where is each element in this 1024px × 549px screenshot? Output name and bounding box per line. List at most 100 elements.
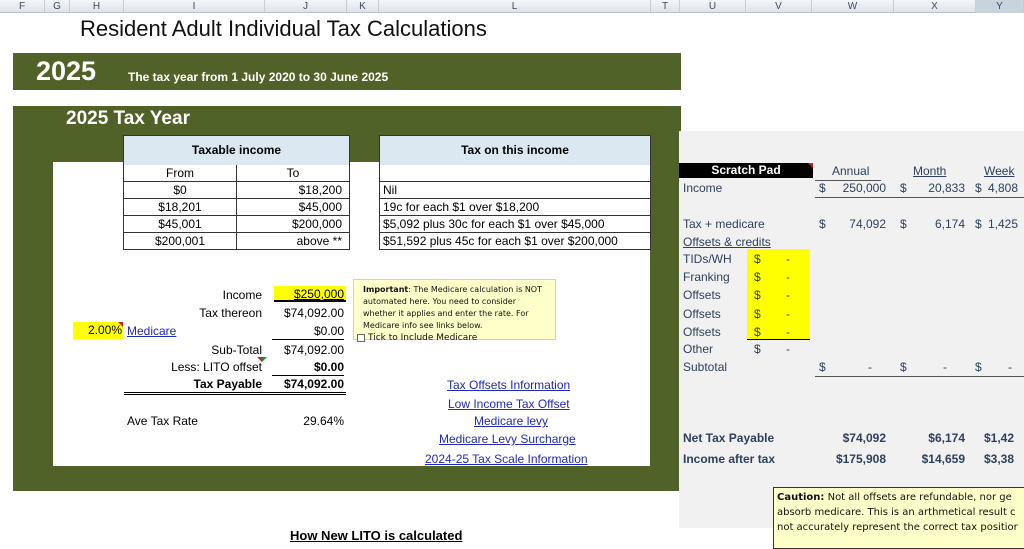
checkbox-label[interactable]: Tick to Include Medicare [368,333,477,343]
currency-symbol: $ [975,181,982,195]
net-tax-week: $1,42 [984,431,1015,445]
medicare-value: $0.00 [272,324,344,340]
column-header-x[interactable]: X [894,0,976,13]
net-tax-annual: $74,092 [842,431,886,445]
caution-line: Not all offsets are refundable, nor ge [824,492,1012,503]
column-header-l[interactable]: L [379,0,651,13]
col-from: From [123,164,237,182]
from-cell[interactable]: $45,001 [123,215,237,233]
column-header-j[interactable]: J [265,0,347,13]
header-week: Week [984,164,1015,178]
net-tax-month: $6,174 [928,431,965,445]
subtotal-row-label: Subtotal [683,360,728,374]
column-header-f[interactable]: F [0,0,45,13]
table-row: $51,592 plus 45c for each $1 over $200,0… [379,232,651,250]
offsets-credits-label: Offsets & credits [683,235,771,249]
subtotal-label: Sub-Total [211,343,262,357]
medicare-rate-input[interactable]: 2.00% [73,322,123,339]
income-annual: 250,000 [842,181,886,195]
tax-row-label: Tax + medicare [683,217,765,231]
caution-line: not accurately represent the correct tax… [777,522,1018,533]
from-cell[interactable]: $0 [123,181,237,199]
currency-symbol: $ [900,360,907,374]
to-cell[interactable]: $200,000 [236,215,350,233]
tax-annual: 74,092 [849,217,886,231]
offset-input[interactable]: - [786,325,790,339]
column-header-t[interactable]: T [651,0,680,13]
currency-symbol: $ [819,217,826,231]
tax-rule-cell[interactable]: 19c for each $1 over $18,200 [379,198,651,216]
income-week: 4,808 [988,181,1019,195]
sheet-title: Resident Adult Individual Tax Calculatio… [80,16,487,41]
tax-rule-cell[interactable]: $51,592 plus 45c for each $1 over $200,0… [379,232,651,250]
column-header-y[interactable]: Y [976,0,1024,13]
comment-indicator-icon [808,163,813,168]
year-label: 2025 [36,56,97,86]
column-header-h[interactable]: H [70,0,124,13]
offset-label: Franking [683,270,730,284]
tax-payable-value: $74,092.00 [283,377,344,391]
offset-input[interactable]: - [786,288,790,302]
tax-payable-label: Tax Payable [193,377,262,391]
column-header-g[interactable]: G [45,0,70,13]
medicare-levy-link[interactable]: Medicare levy [474,414,548,428]
currency-symbol: $ [900,181,907,195]
subtotal-annual: - [868,360,872,374]
to-cell[interactable]: $45,000 [236,198,350,216]
column-header-k[interactable]: K [347,0,379,13]
offset-input[interactable]: - [786,342,790,356]
blank-cell [379,164,651,182]
currency-symbol: $ [754,342,761,356]
column-header-i[interactable]: I [124,0,265,13]
column-header-v[interactable]: V [746,0,812,13]
to-cell[interactable]: $18,200 [236,181,350,199]
currency-symbol: $ [754,288,761,302]
offset-label: Other [683,342,714,356]
income-label: Income [222,288,262,302]
currency-symbol: $ [754,307,761,321]
tax-week: 1,425 [988,217,1019,231]
tax-thereon-value: $74,092.00 [283,306,344,320]
header-annual: Annual [832,164,870,178]
include-medicare-checkbox[interactable] [357,333,365,342]
table-row: $200,001 above ** [123,232,350,250]
tax-month: 6,174 [934,217,965,231]
from-cell[interactable]: $18,201 [123,198,237,216]
offset-input[interactable]: - [786,270,790,284]
tax-on-income-header: Tax on this income [379,135,651,165]
to-cell[interactable]: above ** [236,232,350,250]
ave-tax-rate-label: Ave Tax Rate [127,414,198,428]
income-after-tax-label: Income after tax [683,452,776,466]
lito-offset-label: Less: LITO offset [171,360,262,374]
medicare-link[interactable]: Medicare [127,324,176,338]
subtotal-month: - [943,360,947,374]
from-cell[interactable]: $200,001 [123,232,237,250]
scratch-pad-title: Scratch Pad [679,163,813,178]
offsets-underline [747,339,810,340]
offset-label: Offsets [683,288,721,302]
currency-symbol: $ [975,217,982,231]
income-input[interactable]: $250,000 [274,286,346,302]
offset-input[interactable]: - [786,307,790,321]
note-bold: Important [363,285,409,294]
income-after-tax-week: $3,38 [984,452,1015,466]
column-header-w[interactable]: W [812,0,894,13]
medicare-checkbox-row[interactable]: Tick to Include Medicare [357,332,551,344]
table-row: $0 $18,200 [123,181,350,199]
caution-bold: Caution: [777,492,825,503]
income-after-tax-month: $14,659 [921,452,965,466]
tax-rule-cell[interactable]: $5,092 plus 30c for each $1 over $45,000 [379,215,651,233]
offset-label: Offsets [683,325,721,339]
tax-thereon-label: Tax thereon [199,306,262,320]
tax-offsets-link[interactable]: Tax Offsets Information [447,378,570,392]
tax-rule-cell[interactable]: Nil [379,181,651,199]
column-header-u[interactable]: U [680,0,746,13]
year-subtitle: The tax year from 1 July 2020 to 30 June… [128,70,389,84]
tax-on-income-table: Tax on this income Nil 19c for each $1 o… [379,135,651,250]
lito-offset-value: $0.00 [272,360,344,376]
offset-input[interactable]: - [786,252,790,266]
medicare-levy-surcharge-link[interactable]: Medicare Levy Surcharge [439,432,576,446]
low-income-tax-offset-link[interactable]: Low Income Tax Offset [448,397,570,411]
tax-scale-information-link[interactable]: 2024-25 Tax Scale Information [425,452,588,466]
income-row-label: Income [683,181,723,195]
